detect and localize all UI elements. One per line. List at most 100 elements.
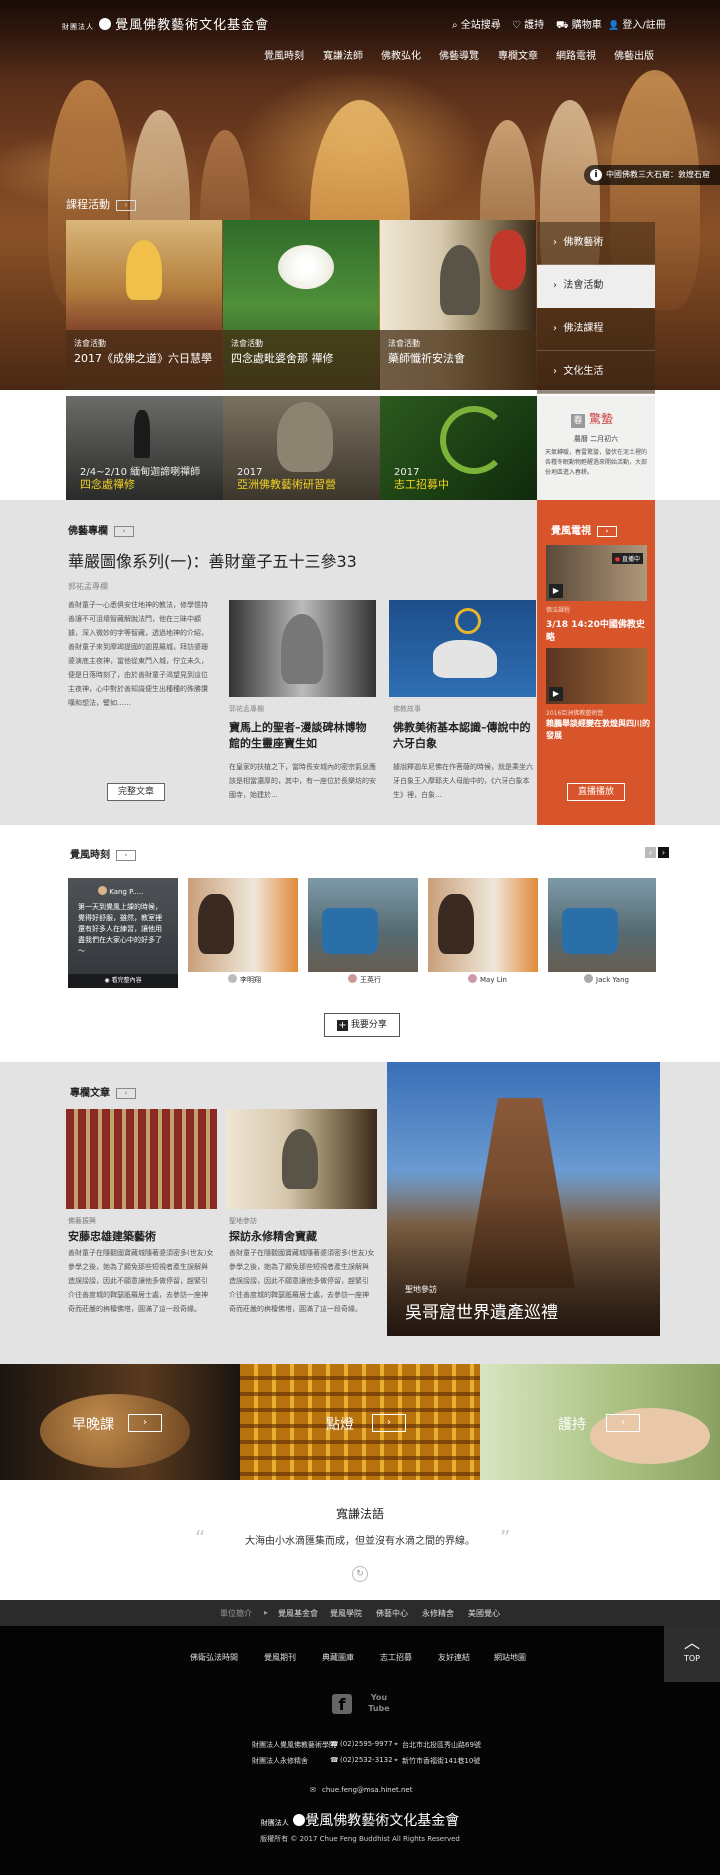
menu-item[interactable]: › 佛教藝術 xyxy=(537,222,655,265)
nav-item[interactable]: 佛教弘化 xyxy=(381,47,421,62)
play-icon[interactable]: ▶ xyxy=(549,687,563,701)
share-button[interactable]: + 我要分享 xyxy=(324,1013,400,1037)
moment-card[interactable]: May Lin xyxy=(428,878,538,988)
tv-item-title[interactable]: 3/18 14:20中國佛教史略 xyxy=(546,617,650,643)
footer-link[interactable]: 佛衛弘法時間 xyxy=(190,1652,238,1663)
site-logo[interactable]: 財團法人 覺風佛教藝術文化基金會 xyxy=(62,14,269,33)
quick-link-label: 護持 xyxy=(558,1417,586,1433)
menu-item[interactable]: › 文化生活 xyxy=(537,351,655,394)
solar-term-label: 驚蟄 xyxy=(589,412,614,426)
tv-video-thumb[interactable]: ▶ xyxy=(546,648,647,704)
column-card-title[interactable]: 安藤忠雄建築藝術 xyxy=(68,1228,156,1244)
stone-buddha xyxy=(281,614,323,684)
user-icon: 👤 xyxy=(608,21,620,31)
play-icon[interactable]: ▶ xyxy=(549,584,563,598)
article-card-image[interactable] xyxy=(389,600,536,697)
contact-addr: 新竹市香福街141巷10號 xyxy=(402,1757,481,1765)
more-arrow-icon[interactable]: › xyxy=(116,199,136,211)
hero-caption[interactable]: i 中國佛教三大石窟：敦煌石窟 xyxy=(584,165,720,185)
view-full-link[interactable]: ◉ 看完整內容 xyxy=(68,974,178,988)
donate-link[interactable]: 護持 › xyxy=(480,1364,720,1480)
util-donate[interactable]: ♡ 護持 xyxy=(512,16,544,31)
footer-link[interactable]: 志工招募 xyxy=(380,1652,412,1663)
unit-link[interactable]: 美國覺心 xyxy=(468,1608,500,1619)
unit-link[interactable]: 佛藝中心 xyxy=(376,1608,408,1619)
column-card-image[interactable] xyxy=(66,1109,217,1209)
contact-addr: 台北市北投區秀山路69號 xyxy=(402,1741,481,1749)
full-article-button[interactable]: 完整文章 xyxy=(107,783,165,801)
event-banner[interactable]: 2/4~2/10 緬甸迦諦喇禪師 四念處禪修 xyxy=(66,396,223,500)
event-banner[interactable]: 2017 亞洲佛教藝術研習營 xyxy=(223,396,380,500)
tv-item-title[interactable]: 賴鵬舉談經變在敦煌與四川的發展 xyxy=(546,718,650,742)
article-card-title[interactable]: 寶馬上的聖者–漫談碑林博物館的生靈座寶生如 xyxy=(229,720,376,752)
footer-link[interactable]: 典藏圖庫 xyxy=(322,1652,354,1663)
event-banner[interactable]: 2017 志工招募中 xyxy=(380,396,537,500)
info-icon: i xyxy=(590,169,602,181)
nav-item[interactable]: 佛藝導覽 xyxy=(439,47,479,62)
moment-card[interactable]: Kang P..... 第一天到覺風上課的時候，覺得好舒服，雖然，教室裡還有好多… xyxy=(68,878,178,988)
more-arrow-icon[interactable]: › xyxy=(597,525,617,537)
location-icon: ⌖ xyxy=(394,1740,398,1748)
live-play-button[interactable]: 直播播放 xyxy=(567,783,625,801)
moment-card[interactable]: Jack Yang xyxy=(548,878,656,988)
carousel-next-icon[interactable]: › xyxy=(658,847,669,858)
lamp-wall xyxy=(240,1364,480,1480)
unit-link[interactable]: 永修精舍 xyxy=(422,1608,454,1619)
refresh-icon[interactable]: ↻ xyxy=(352,1566,368,1582)
fern-curl xyxy=(440,406,508,474)
email-icon: ✉ xyxy=(310,1786,316,1794)
util-login[interactable]: 👤 登入/註冊 xyxy=(608,16,666,31)
footer-link[interactable]: 網站地圖 xyxy=(494,1652,526,1663)
nav-item[interactable]: 網路電視 xyxy=(556,47,596,62)
light-lamp-link[interactable]: 點燈 › xyxy=(240,1364,480,1480)
moment-card[interactable]: 李明翔 xyxy=(188,878,298,988)
buddha-head xyxy=(277,402,333,472)
article-card-title[interactable]: 佛教美術基本認識–傳說中的六牙白象 xyxy=(393,720,540,752)
footer-link[interactable]: 覺風期刊 xyxy=(264,1652,296,1663)
course-caption: 法會活動 藥師懺祈安法會 xyxy=(380,330,536,390)
calendar-icon: 春 xyxy=(571,414,585,428)
course-card[interactable]: 法會活動 藥師懺祈安法會 xyxy=(380,220,536,390)
live-badge: ● 直播中 xyxy=(611,553,643,564)
menu-item[interactable]: › 佛法課程 xyxy=(537,308,655,351)
more-arrow-icon[interactable]: › xyxy=(114,525,134,537)
util-search[interactable]: ⌕ 全站搜尋 xyxy=(452,16,501,31)
nav-item[interactable]: 覺風時刻 xyxy=(264,47,304,62)
unit-link[interactable]: 覺風學院 xyxy=(330,1608,362,1619)
tv-video-thumb[interactable]: ▶ ● 直播中 xyxy=(546,545,647,601)
plus-icon: + xyxy=(337,1020,349,1031)
column-card-category: 佛藝振興 xyxy=(68,1217,96,1225)
footer-link[interactable]: 友好連結 xyxy=(438,1652,470,1663)
util-cart[interactable]: ⛟ 購物車 xyxy=(556,16,602,33)
unit-link[interactable]: 覺風基金會 xyxy=(278,1608,318,1619)
quick-link-label: 早晚課 xyxy=(72,1417,114,1433)
buddha-figure xyxy=(126,240,162,300)
moment-user-name: Jack Yang xyxy=(596,976,629,984)
column-card-title[interactable]: 探訪永修精舍寶藏 xyxy=(229,1228,317,1244)
flower-decoration xyxy=(490,230,526,290)
facebook-icon[interactable]: f xyxy=(332,1694,352,1714)
morning-evening-link[interactable]: 早晚課 › xyxy=(0,1364,240,1480)
more-arrow-icon[interactable]: › xyxy=(116,1087,136,1099)
phone-icon: ☎ xyxy=(330,1756,339,1764)
carousel-prev-icon[interactable]: ‹ xyxy=(645,847,656,858)
course-card[interactable]: 法會活動 2017《成佛之道》六日慧學 xyxy=(66,220,222,390)
contact-email[interactable]: chue.feng@msa.hinet.net xyxy=(322,1786,412,1794)
nav-item[interactable]: 專欄文章 xyxy=(498,47,538,62)
moment-card[interactable]: 王英行 xyxy=(308,878,418,988)
nav-item[interactable]: 寬謙法師 xyxy=(323,47,363,62)
article-card-image[interactable] xyxy=(229,600,376,697)
category-menu: › 佛教藝術 › 法會活動 › 佛法課程 › 文化生活 xyxy=(537,222,655,394)
article-title[interactable]: 華嚴圖像系列(一)：善財童子五十三參33 xyxy=(68,548,357,572)
more-arrow-icon[interactable]: › xyxy=(116,849,136,861)
quote-text: 大海由小水滴匯集而成，但並沒有水滴之間的界線。 xyxy=(245,1536,475,1547)
column-card-image[interactable] xyxy=(226,1109,377,1209)
youtube-icon[interactable]: You Tube xyxy=(368,1692,390,1714)
course-card[interactable]: 法會活動 四念處毗婆舍那 禪修 xyxy=(223,220,379,390)
article-section-heading: 佛藝專欄 › xyxy=(68,522,134,537)
nav-item[interactable]: 佛藝出版 xyxy=(614,47,654,62)
back-to-top-button[interactable]: ︿ TOP xyxy=(664,1626,720,1682)
solar-term-text: 天氣轉暖，春雷驚蟄，蟄伏在泥土裡的各種冬眠動物甦醒過來開始活動，大部份地區進入春… xyxy=(545,449,648,476)
feature-card[interactable]: 聖地參訪 吳哥窟世界遺產巡禮 xyxy=(387,1062,660,1336)
menu-item-active[interactable]: › 法會活動 xyxy=(537,265,655,308)
